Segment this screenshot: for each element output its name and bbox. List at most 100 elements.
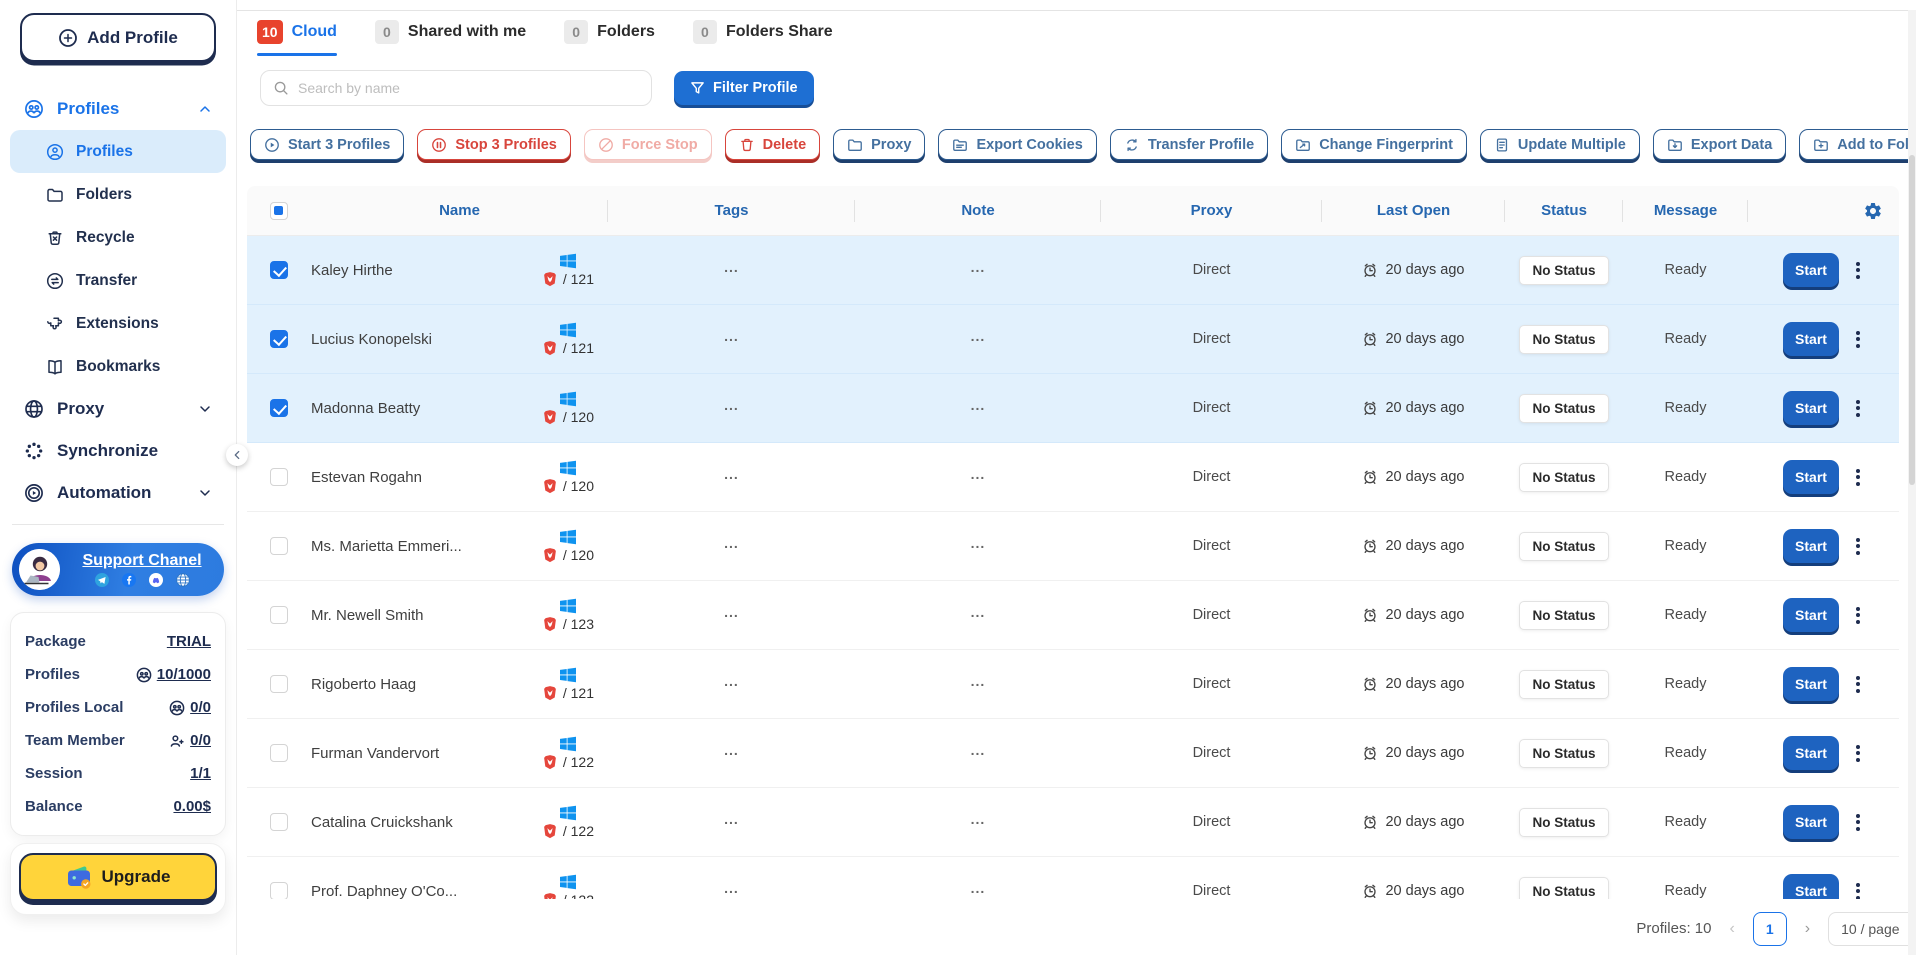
start-profile-button[interactable]: Start: [1783, 529, 1839, 563]
row-checkbox[interactable]: [270, 468, 288, 486]
stop-3-profiles-button[interactable]: Stop 3 Profiles: [417, 129, 571, 160]
table-row[interactable]: Kaley Hirthe/ 121......Direct20 days ago…: [247, 236, 1899, 305]
scrollbar-thumb[interactable]: [1909, 155, 1915, 485]
table-row[interactable]: Mr. Newell Smith/ 123......Direct20 days…: [247, 581, 1899, 650]
sidebar-group-proxy[interactable]: Proxy: [10, 388, 226, 430]
sidebar-group-automation[interactable]: Automation: [10, 472, 226, 514]
stat-value-link[interactable]: 1/1: [190, 765, 211, 782]
sidebar-item-bookmarks[interactable]: Bookmarks: [10, 345, 226, 388]
message-value: Ready: [1665, 400, 1707, 416]
stat-value-link[interactable]: 0.00$: [173, 798, 211, 815]
row-menu-button[interactable]: [1852, 534, 1864, 559]
stat-value-link[interactable]: 0/0: [190, 699, 211, 716]
select-all-checkbox[interactable]: [270, 202, 288, 220]
column-header-message[interactable]: Message: [1623, 202, 1748, 219]
start-profile-button[interactable]: Start: [1783, 667, 1839, 701]
column-header-name[interactable]: Name: [311, 202, 608, 219]
row-checkbox[interactable]: [270, 882, 288, 899]
column-header-proxy[interactable]: Proxy: [1101, 202, 1322, 219]
row-checkbox[interactable]: [270, 813, 288, 831]
row-checkbox[interactable]: [270, 744, 288, 762]
row-checkbox[interactable]: [270, 399, 288, 417]
row-menu-button[interactable]: [1852, 741, 1864, 766]
table-row[interactable]: Prof. Daphney O'Co.../ 122......Direct20…: [247, 857, 1899, 899]
sidebar-group-profiles[interactable]: Profiles: [10, 88, 226, 130]
page-size-select[interactable]: 10 / page: [1828, 912, 1916, 946]
row-menu-button[interactable]: [1852, 810, 1864, 835]
start-profile-button[interactable]: Start: [1783, 598, 1839, 632]
add-profile-button[interactable]: Add Profile: [20, 13, 216, 62]
row-checkbox[interactable]: [270, 606, 288, 624]
next-page-button[interactable]: ›: [1801, 920, 1814, 938]
row-menu-button[interactable]: [1852, 465, 1864, 490]
column-header-note[interactable]: Note: [855, 202, 1101, 219]
row-checkbox[interactable]: [270, 261, 288, 279]
sidebar-item-transfer[interactable]: Transfer: [10, 259, 226, 302]
row-menu-button[interactable]: [1852, 258, 1864, 283]
table-row[interactable]: Estevan Rogahn/ 120......Direct20 days a…: [247, 443, 1899, 512]
row-menu-button[interactable]: [1852, 396, 1864, 421]
start-profile-button[interactable]: Start: [1783, 253, 1839, 287]
support-channel-banner[interactable]: Support Chanel: [12, 543, 224, 596]
transfer-profile-button[interactable]: Transfer Profile: [1110, 129, 1268, 160]
sidebar-item-extensions[interactable]: Extensions: [10, 302, 226, 345]
stat-value-link[interactable]: 0/0: [190, 732, 211, 749]
export-data-button[interactable]: Export Data: [1653, 129, 1786, 160]
start-profile-button[interactable]: Start: [1783, 460, 1839, 494]
row-menu-button[interactable]: [1852, 603, 1864, 628]
sidebar-item-profiles[interactable]: Profiles: [10, 130, 226, 173]
row-menu-button[interactable]: [1852, 672, 1864, 697]
start-profile-button[interactable]: Start: [1783, 391, 1839, 425]
table-row[interactable]: Rigoberto Haag/ 121......Direct20 days a…: [247, 650, 1899, 719]
column-header-last-open[interactable]: Last Open: [1322, 202, 1505, 219]
row-menu-button[interactable]: [1852, 327, 1864, 352]
search-input[interactable]: [298, 80, 639, 96]
sidebar-item-recycle[interactable]: Recycle: [10, 216, 226, 259]
gear-icon[interactable]: [1863, 201, 1883, 221]
row-checkbox[interactable]: [270, 675, 288, 693]
version-text: / 122: [563, 892, 594, 899]
column-header-status[interactable]: Status: [1505, 202, 1623, 219]
stat-value-link[interactable]: 10/1000: [157, 666, 211, 683]
support-channel-link[interactable]: Support Chanel: [82, 552, 201, 570]
change-fingerprint-button[interactable]: Change Fingerprint: [1281, 129, 1467, 160]
table-row[interactable]: Ms. Marietta Emmeri.../ 120......Direct2…: [247, 512, 1899, 581]
facebook-icon[interactable]: [122, 573, 136, 587]
start-profile-button[interactable]: Start: [1783, 874, 1839, 899]
sidebar-group-synchronize[interactable]: Synchronize: [10, 430, 226, 472]
website-icon[interactable]: [176, 573, 190, 587]
force-stop-button[interactable]: Force Stop: [584, 129, 712, 160]
column-header-tags[interactable]: Tags: [608, 202, 855, 219]
tab-cloud[interactable]: 10Cloud: [257, 20, 337, 56]
tab-folders[interactable]: 0Folders: [564, 20, 655, 56]
start-profile-button[interactable]: Start: [1783, 322, 1839, 356]
table-row[interactable]: Madonna Beatty/ 120......Direct20 days a…: [247, 374, 1899, 443]
table-row[interactable]: Furman Vandervort/ 122......Direct20 day…: [247, 719, 1899, 788]
scrollbar[interactable]: [1908, 10, 1916, 955]
discord-icon[interactable]: [149, 573, 163, 587]
sidebar-collapse-button[interactable]: [226, 444, 248, 466]
table-row[interactable]: Catalina Cruickshank/ 122......Direct20 …: [247, 788, 1899, 857]
prev-page-button[interactable]: ‹: [1725, 920, 1738, 938]
start-3-profiles-button[interactable]: Start 3 Profiles: [250, 129, 404, 160]
sidebar-item-label: Profiles: [76, 143, 133, 161]
table-row[interactable]: Lucius Konopelski/ 121......Direct20 day…: [247, 305, 1899, 374]
upgrade-button[interactable]: Upgrade: [19, 853, 217, 901]
stat-value-link[interactable]: TRIAL: [167, 633, 211, 650]
row-checkbox[interactable]: [270, 537, 288, 555]
delete-button[interactable]: Delete: [725, 129, 821, 160]
export-cookies-button[interactable]: Export Cookies: [938, 129, 1096, 160]
telegram-icon[interactable]: [95, 573, 109, 587]
row-menu-button[interactable]: [1852, 879, 1864, 900]
tab-shared-with-me[interactable]: 0Shared with me: [375, 20, 526, 56]
start-profile-button[interactable]: Start: [1783, 736, 1839, 770]
tab-folders-share[interactable]: 0Folders Share: [693, 20, 833, 56]
proxy-button[interactable]: Proxy: [833, 129, 925, 160]
start-profile-button[interactable]: Start: [1783, 805, 1839, 839]
row-checkbox[interactable]: [270, 330, 288, 348]
update-multiple-button[interactable]: Update Multiple: [1480, 129, 1640, 160]
filter-profile-button[interactable]: Filter Profile: [674, 71, 814, 105]
add-to-folder-button[interactable]: Add to Folder: [1799, 129, 1916, 160]
page-number[interactable]: 1: [1753, 912, 1787, 946]
sidebar-item-folders[interactable]: Folders: [10, 173, 226, 216]
